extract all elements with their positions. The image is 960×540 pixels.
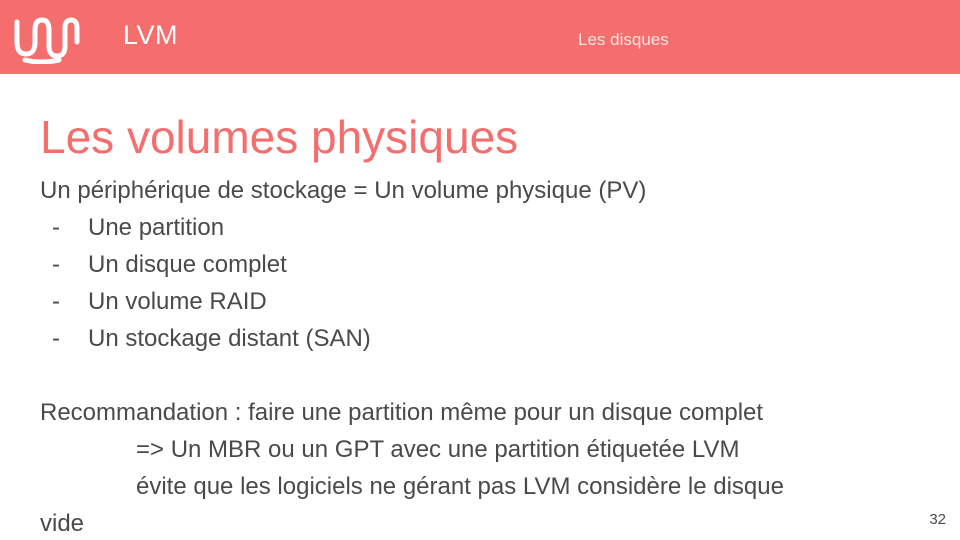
list-item: - Une partition bbox=[40, 209, 920, 246]
detail-line: évite que les logiciels ne gérant pas LV… bbox=[136, 473, 784, 500]
list-item-text: Une partition bbox=[88, 214, 225, 241]
slide-title: Les volumes physiques bbox=[40, 111, 519, 163]
list-item: - Un stockage distant (SAN) bbox=[40, 320, 920, 357]
list-item: - Un volume RAID bbox=[40, 283, 920, 320]
slide-body: Un périphérique de stockage = Un volume … bbox=[40, 172, 920, 540]
detail-line: => Un MBR ou un GPT avec une partition é… bbox=[136, 436, 740, 463]
recommendation-line: Recommandation : faire une partition mêm… bbox=[40, 399, 764, 426]
page-number: 32 bbox=[929, 511, 946, 528]
bullet-marker: - bbox=[52, 251, 60, 278]
bullet-marker: - bbox=[52, 214, 60, 241]
header-section: Les disques bbox=[578, 30, 669, 49]
list-item: - Un disque complet bbox=[40, 246, 920, 283]
detail-wrap-line: vide bbox=[40, 510, 85, 537]
intro-line: Un périphérique de stockage = Un volume … bbox=[40, 177, 647, 204]
wave-logo-icon bbox=[14, 17, 80, 64]
list-item-text: Un stockage distant (SAN) bbox=[88, 325, 371, 352]
bullet-marker: - bbox=[52, 325, 60, 352]
header-bar: LVM Les disques bbox=[0, 0, 960, 74]
list-item-text: Un disque complet bbox=[88, 251, 287, 278]
bullet-marker: - bbox=[52, 288, 60, 315]
header-title: LVM bbox=[123, 20, 179, 50]
list-item-text: Un volume RAID bbox=[88, 288, 267, 315]
